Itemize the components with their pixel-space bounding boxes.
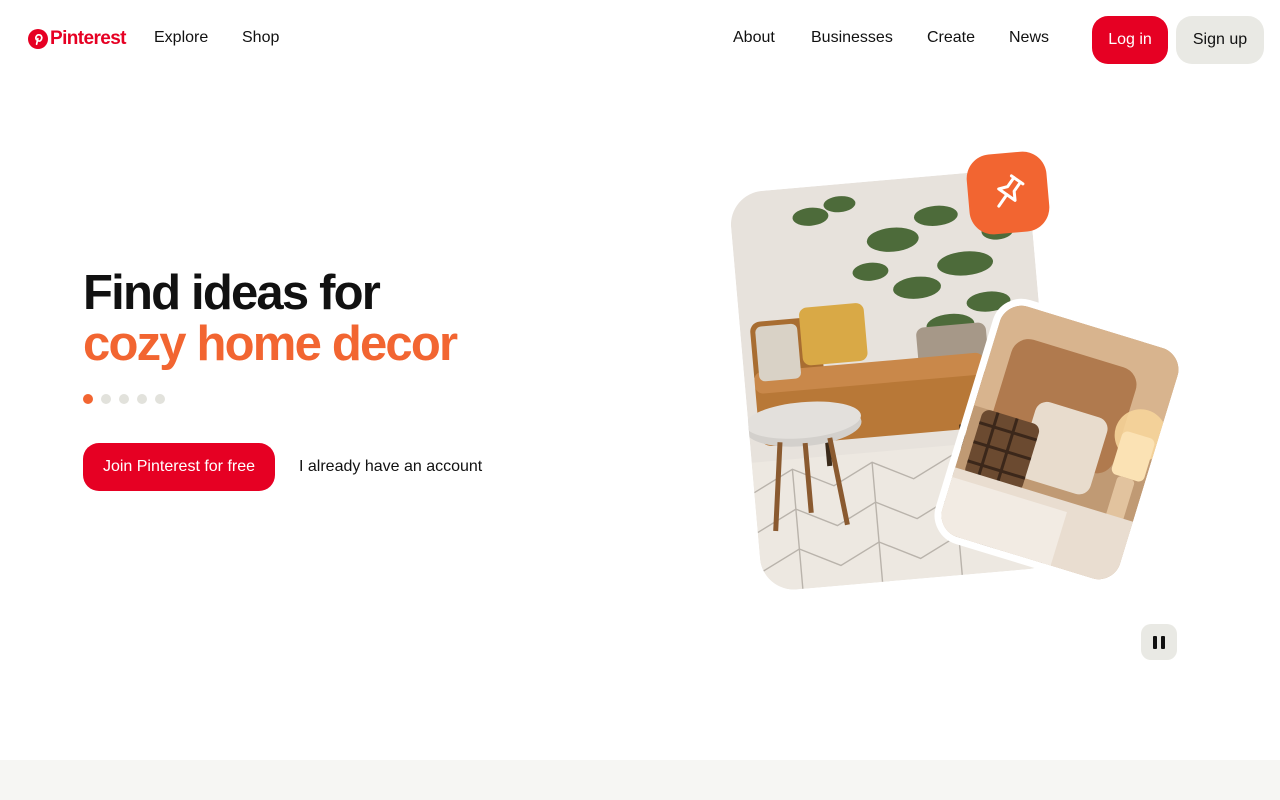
pinterest-logo[interactable]: Pinterest	[28, 28, 127, 50]
headline-line-1: Find ideas for	[83, 266, 381, 320]
footer-band	[0, 760, 1280, 800]
pin-badge	[964, 149, 1052, 237]
carousel-dot[interactable]	[83, 394, 93, 404]
nav-shop[interactable]: Shop	[242, 29, 279, 47]
headline-line-2: cozy home decor	[83, 317, 458, 371]
nav-news[interactable]: News	[1009, 29, 1049, 47]
nav-explore[interactable]: Explore	[154, 29, 208, 47]
nav-create[interactable]: Create	[927, 29, 975, 47]
pushpin-icon	[997, 174, 1025, 208]
carousel-indicators	[83, 394, 165, 404]
existing-account-link[interactable]: I already have an account	[299, 458, 482, 476]
nav-about[interactable]: About	[733, 29, 775, 47]
carousel-dot[interactable]	[119, 394, 129, 404]
pause-carousel-button[interactable]	[1141, 624, 1177, 660]
pinterest-logo-icon	[28, 29, 48, 49]
site-header: Pinterest Explore Shop About Businesses …	[0, 0, 1280, 80]
pause-icon	[1161, 635, 1165, 649]
join-free-button[interactable]: Join Pinterest for free	[83, 443, 275, 491]
carousel-dot[interactable]	[155, 394, 165, 404]
signup-button[interactable]: Sign up	[1176, 16, 1264, 64]
carousel-dot[interactable]	[137, 394, 147, 404]
carousel-dot[interactable]	[101, 394, 111, 404]
hero-headline: Find ideas for cozy home decor	[83, 266, 458, 371]
nav-businesses[interactable]: Businesses	[811, 29, 893, 47]
login-button[interactable]: Log in	[1092, 16, 1168, 64]
pause-icon	[1153, 635, 1157, 649]
brand-name: Pinterest	[50, 28, 127, 49]
